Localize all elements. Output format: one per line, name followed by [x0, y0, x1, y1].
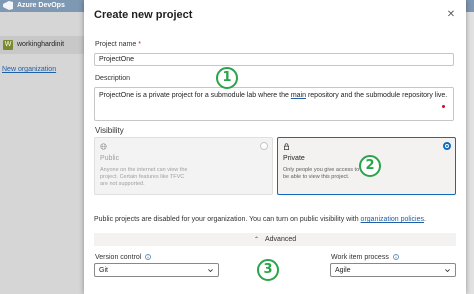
- lock-icon: [284, 143, 289, 150]
- org-name: workinghardinit: [17, 41, 65, 48]
- visibility-label: Visibility: [95, 126, 124, 135]
- public-disabled-notice: Public projects are disabled for your or…: [94, 216, 426, 223]
- chevron-up-icon: ⌃: [254, 237, 260, 243]
- advanced-label: Advanced: [265, 236, 297, 243]
- close-icon[interactable]: ✕: [446, 10, 456, 20]
- org-item[interactable]: W workinghardinit: [0, 36, 84, 54]
- notice-text: Public projects are disabled for your or…: [94, 216, 361, 223]
- version-control-label-text: Version control: [95, 254, 142, 261]
- sidebar: W workinghardinit New organization: [0, 12, 84, 294]
- dialog-title: Create new project: [94, 9, 193, 21]
- version-control-select[interactable]: Git: [94, 263, 219, 277]
- description-text-1: ProjectOne is a private project for a su…: [99, 92, 291, 99]
- project-name-label-text: Project name: [95, 41, 137, 48]
- app-title: Azure DevOps: [17, 2, 65, 9]
- advanced-toggle[interactable]: ⌃ Advanced: [94, 233, 456, 246]
- grammar-marker: [442, 105, 445, 108]
- version-control-label: Version control: [95, 254, 152, 261]
- globe-icon: [100, 143, 107, 150]
- required-marker: *: [138, 41, 141, 48]
- new-organization-link[interactable]: New organization: [2, 66, 56, 73]
- description-text-2: repository and the submodule repository …: [306, 92, 448, 99]
- azure-devops-logo-icon: [3, 1, 13, 10]
- work-item-process-value: Agile: [335, 267, 351, 274]
- chevron-down-icon: [208, 269, 213, 273]
- annotation-1: 1: [216, 67, 238, 89]
- description-text-underlined: main: [290, 92, 307, 99]
- description-input[interactable]: ProjectOne is a private project for a su…: [94, 87, 454, 121]
- info-icon[interactable]: [145, 254, 152, 260]
- organization-policies-link[interactable]: organization policies: [361, 216, 424, 223]
- chevron-down-icon: [445, 269, 450, 273]
- create-project-dialog: Create new project ✕ Project name * Proj…: [84, 0, 466, 294]
- public-title: Public: [100, 155, 120, 162]
- project-name-input[interactable]: ProjectOne: [94, 53, 454, 66]
- version-control-value: Git: [99, 267, 108, 274]
- private-radio[interactable]: [443, 142, 451, 150]
- notice-suffix: .: [423, 216, 426, 223]
- annotation-3: 3: [257, 259, 279, 281]
- work-item-process-select[interactable]: Agile: [330, 263, 456, 277]
- info-icon[interactable]: [392, 254, 399, 260]
- work-item-process-label-text: Work item process: [331, 254, 389, 261]
- org-avatar: W: [3, 40, 13, 50]
- public-description: Anyone on the internet can view the proj…: [100, 167, 188, 187]
- public-radio[interactable]: [260, 142, 268, 150]
- description-label: Description: [95, 75, 131, 82]
- work-item-process-label: Work item process: [331, 254, 399, 261]
- visibility-public-card[interactable]: Public Anyone on the internet can view t…: [94, 137, 273, 195]
- private-title: Private: [283, 155, 305, 162]
- project-name-label: Project name *: [95, 41, 141, 48]
- annotation-2: 2: [359, 155, 381, 177]
